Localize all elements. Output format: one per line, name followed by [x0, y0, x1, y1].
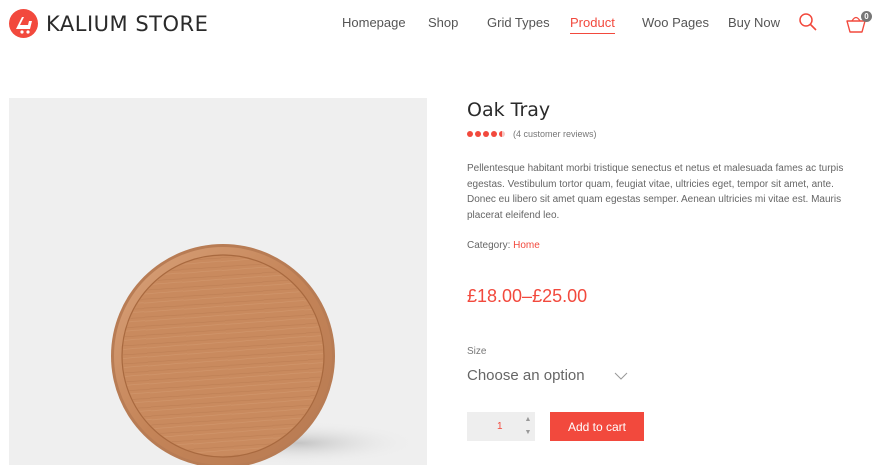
category-label: Category:	[467, 240, 511, 251]
chevron-down-icon	[614, 372, 628, 380]
main-nav: Homepage Shop Grid Types Product Woo Pag…	[0, 15, 880, 35]
quantity-input[interactable]: 1 ▲ ▼	[467, 412, 535, 441]
rating-star	[467, 131, 473, 137]
product-price: £18.00–£25.00	[467, 286, 588, 306]
nav-homepage[interactable]: Homepage	[342, 15, 406, 30]
oak-tray-image	[111, 244, 419, 465]
nav-product[interactable]: Product	[570, 15, 615, 34]
nav-shop[interactable]: Shop	[428, 15, 458, 30]
nav-buy-now[interactable]: Buy Now	[728, 15, 780, 30]
cart-button[interactable]: 0	[845, 11, 875, 35]
cart-count-badge: 0	[861, 11, 872, 22]
reviews-link[interactable]: (4 customer reviews)	[513, 129, 597, 139]
quantity-increase-icon[interactable]: ▲	[523, 414, 533, 426]
size-select[interactable]: Choose an option	[467, 367, 629, 387]
rating-star	[491, 131, 497, 137]
quantity-decrease-icon[interactable]: ▼	[523, 427, 533, 439]
product-category: Category: Home	[467, 240, 540, 251]
rating-star	[483, 131, 489, 137]
search-icon	[799, 13, 817, 31]
rating-star-half	[499, 131, 505, 137]
search-button[interactable]	[798, 12, 818, 32]
product-rating: (4 customer reviews)	[467, 129, 597, 139]
size-label: Size	[467, 346, 487, 357]
quantity-value: 1	[497, 421, 503, 432]
rating-star	[475, 131, 481, 137]
nav-woo-pages[interactable]: Woo Pages	[642, 15, 709, 30]
category-link[interactable]: Home	[513, 240, 540, 251]
product-summary: Oak Tray (4 customer reviews) Pellentesq…	[467, 98, 862, 441]
product-title: Oak Tray	[467, 99, 551, 121]
add-to-cart-button[interactable]: Add to cart	[550, 412, 644, 441]
product-description: Pellentesque habitant morbi tristique se…	[467, 163, 844, 221]
product-image[interactable]	[9, 98, 427, 465]
size-select-value: Choose an option	[467, 367, 585, 384]
nav-grid-types[interactable]: Grid Types	[487, 15, 550, 30]
